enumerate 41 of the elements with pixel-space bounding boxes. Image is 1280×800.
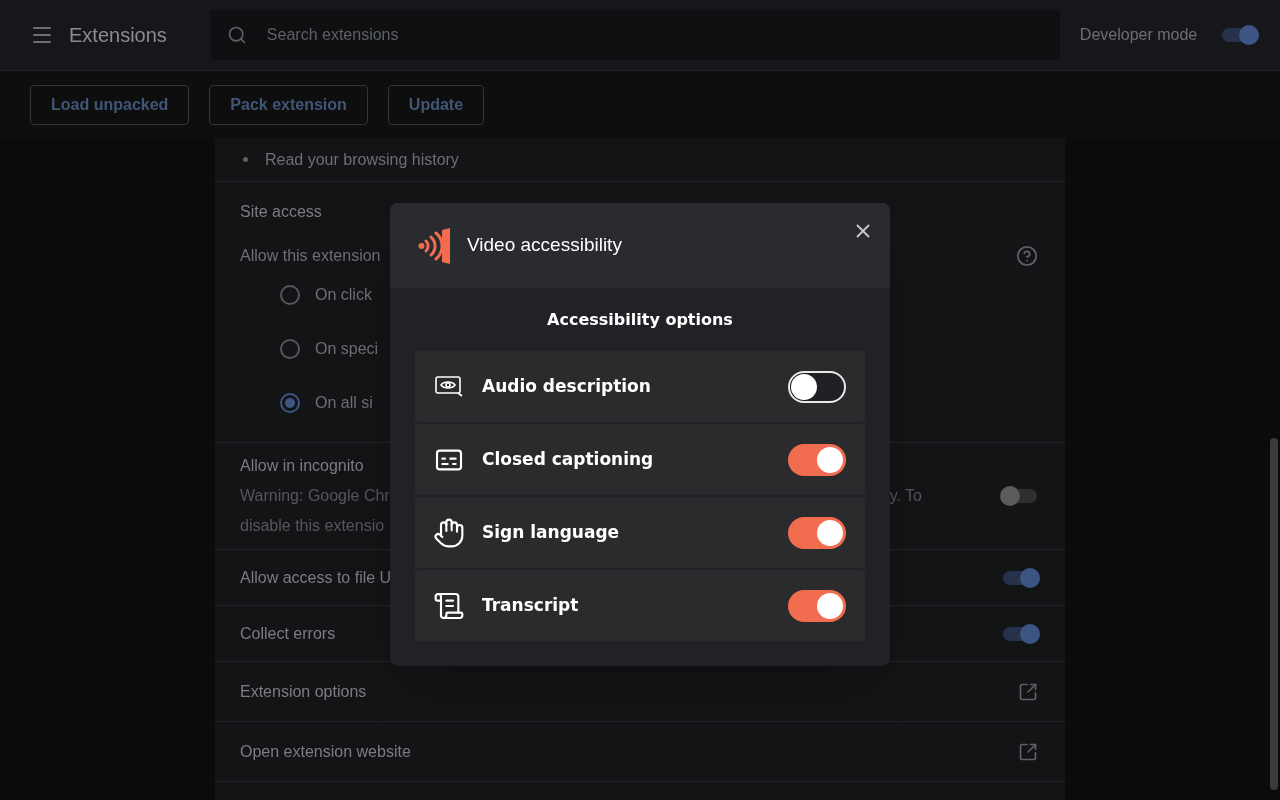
external-link-icon[interactable] (1018, 681, 1038, 702)
section-title: Site access (240, 202, 323, 222)
bullet-icon (243, 157, 248, 162)
toolbar-button[interactable]: Update (387, 84, 485, 125)
help-icon[interactable] (1016, 245, 1038, 267)
setting-title: Allow in incognito (240, 456, 364, 476)
toolbar-button[interactable]: Pack extension (209, 84, 368, 125)
developer-mode-label: Developer mode (1079, 25, 1198, 45)
radio-label: On click (315, 285, 372, 305)
radio-label: On all si (315, 393, 373, 413)
radio-button[interactable] (280, 339, 300, 359)
option-label: Audio description (482, 374, 652, 398)
option-label: Closed captioning (482, 447, 655, 471)
page-title: Extensions (69, 23, 167, 48)
setting-title: Extension options (240, 681, 367, 702)
toolbar-button[interactable]: Load unpacked (30, 84, 190, 125)
radio-button[interactable] (280, 393, 300, 413)
dialog-title: Video accessibility (467, 233, 622, 258)
setting-title: Open extension website (240, 741, 411, 762)
site-access-prompt: Allow this extension (240, 246, 381, 266)
setting-title: Collect errors (240, 623, 336, 644)
setting-title: Allow access to file U (240, 567, 392, 588)
toggle-switch[interactable] (788, 516, 846, 549)
toggle-switch[interactable] (788, 443, 846, 476)
search-icon (226, 25, 247, 45)
warning-text: Warning: Google Chr (240, 486, 390, 506)
dialog-heading: Accessibility options (547, 309, 733, 331)
radio-label: On speci (315, 339, 379, 359)
warning-text: y. To (889, 486, 922, 506)
search-field[interactable]: Search extensions (209, 10, 1060, 60)
radio-button[interactable] (280, 285, 300, 305)
sound-waves-logo (418, 225, 452, 266)
toggle-switch[interactable] (788, 370, 846, 403)
permission-text: Read your browsing history (265, 149, 459, 170)
warning-text: disable this extensio (240, 516, 385, 536)
option-label: Sign language (482, 520, 621, 544)
scrollbar-thumb[interactable] (1270, 438, 1278, 790)
external-link-icon[interactable] (1018, 741, 1038, 762)
option-label: Transcript (482, 593, 580, 617)
hand-icon (433, 516, 465, 549)
toggle-switch[interactable] (788, 589, 846, 622)
